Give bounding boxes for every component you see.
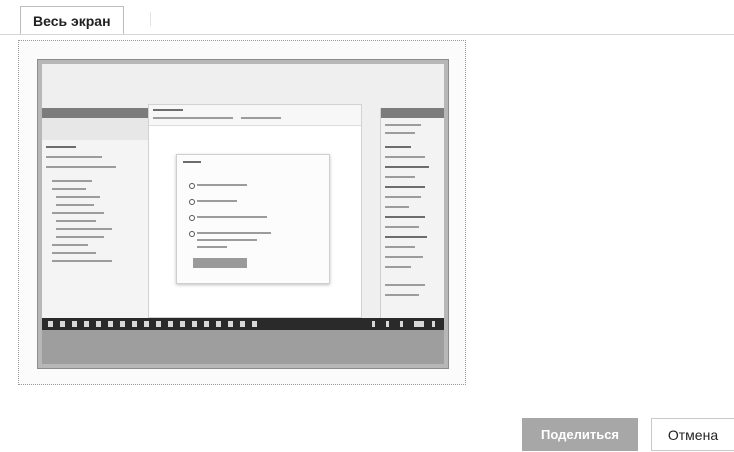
tab-entire-screen[interactable]: Весь экран [20, 6, 124, 35]
screen-preview-frame[interactable] [18, 40, 466, 385]
cancel-button[interactable]: Отмена [651, 418, 734, 451]
preview-thumbnail-footer [42, 330, 444, 364]
preview-dialog [176, 154, 330, 284]
share-button[interactable]: Поделиться [522, 418, 638, 451]
tab-strip-underline [0, 34, 734, 35]
screen-preview-thumbnail[interactable] [37, 59, 449, 369]
desktop-preview-image [42, 64, 444, 330]
preview-taskbar [42, 318, 444, 330]
preview-right-app-window [380, 108, 444, 318]
tab-divider [150, 12, 151, 26]
preview-left-app-window [42, 108, 149, 318]
tab-label: Весь экран [33, 13, 111, 29]
tab-strip: Весь экран [0, 0, 734, 36]
